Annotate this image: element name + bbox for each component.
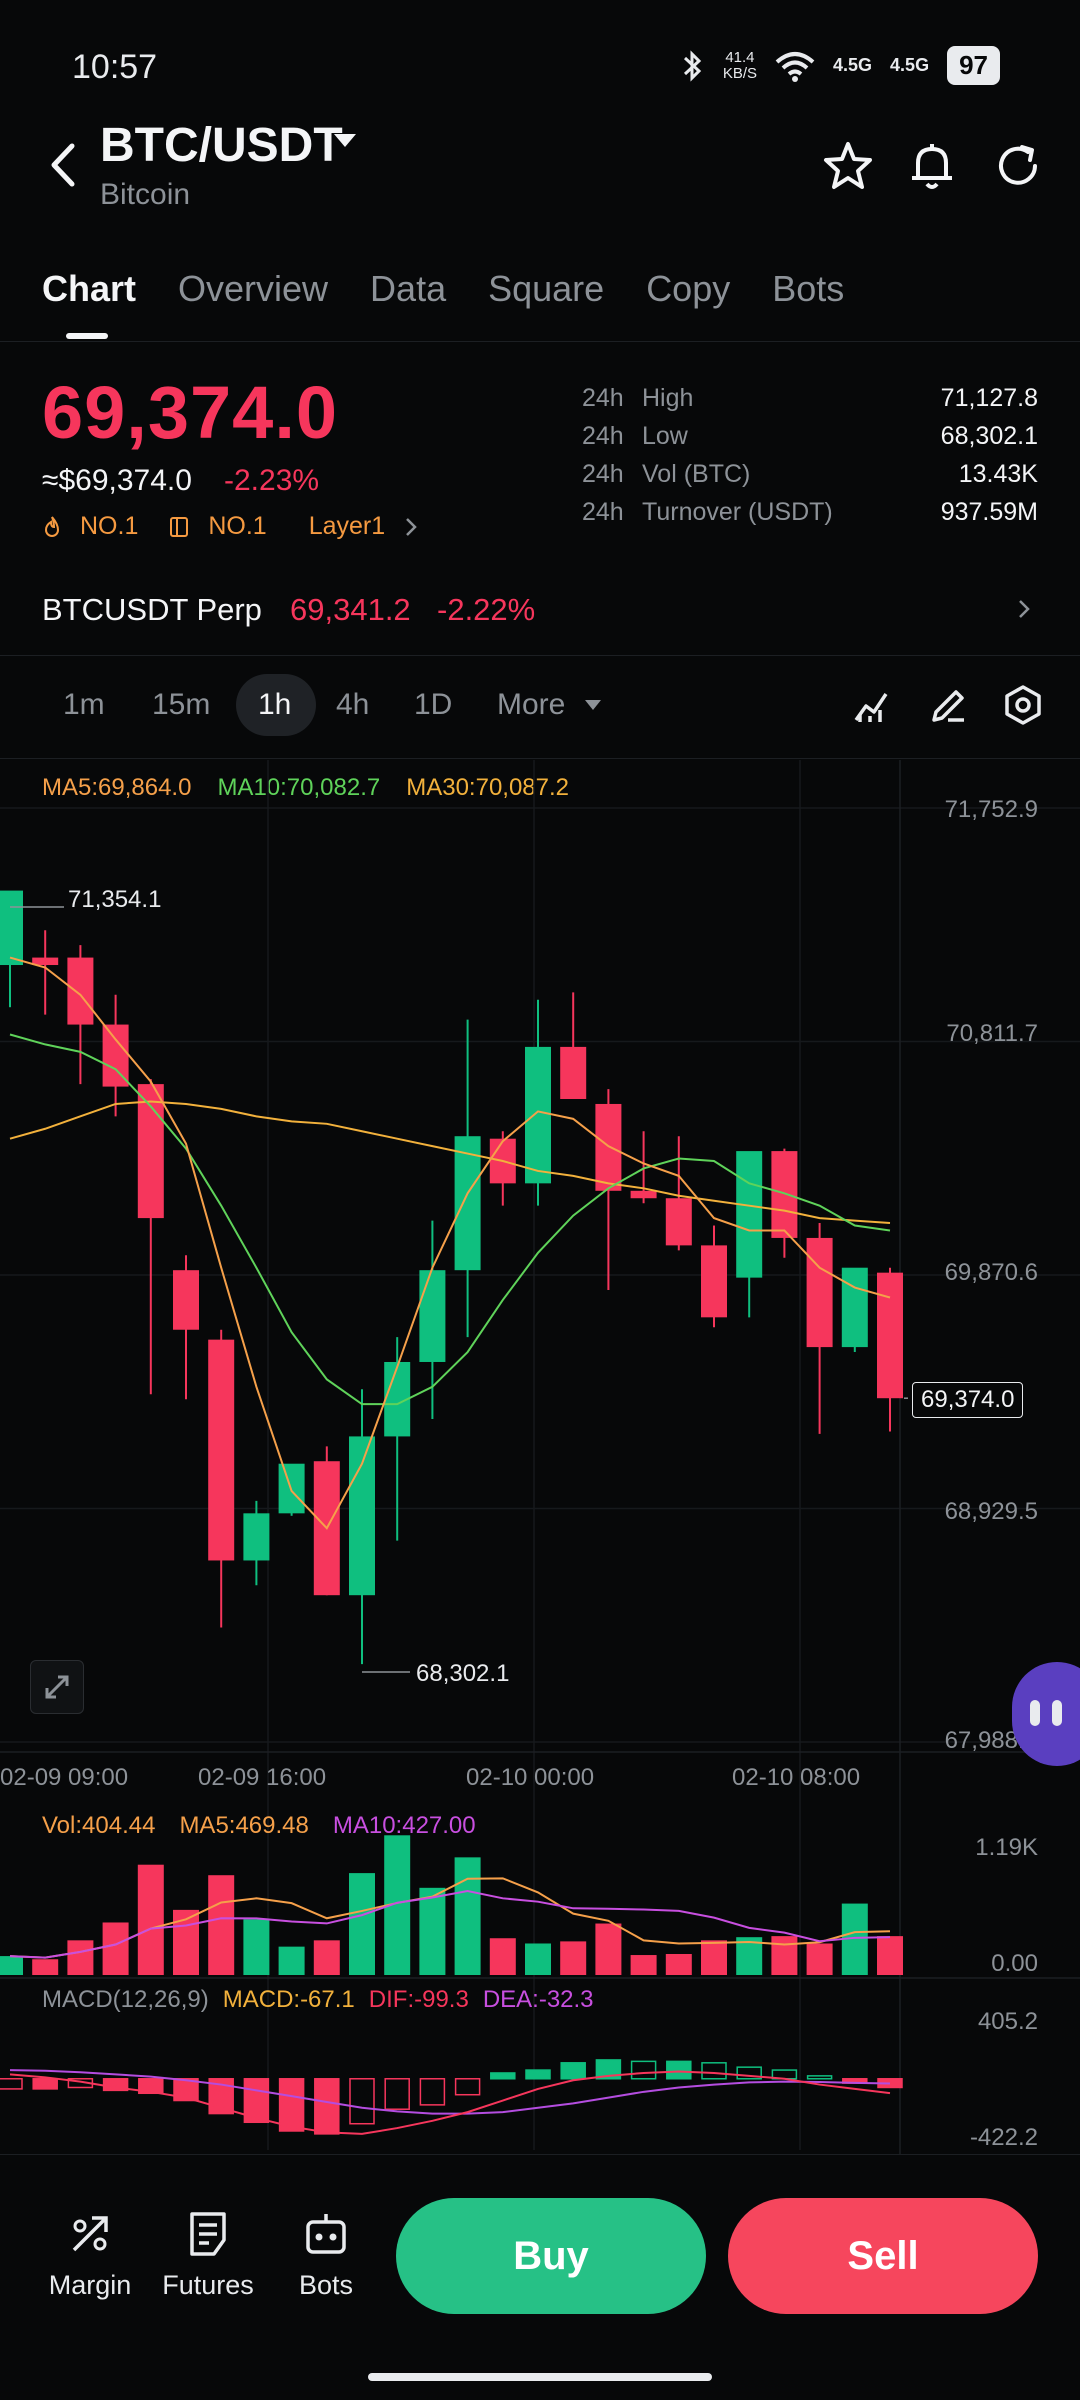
- macd-name: MACD(12,26,9): [42, 1986, 209, 2013]
- bots-icon: [306, 2214, 346, 2254]
- volume-bar: [806, 1943, 833, 1975]
- expand-icon: [45, 1675, 69, 1699]
- macd-hist-bar: [630, 2060, 657, 2080]
- x-axis-label: 02-10 00:00: [466, 1764, 595, 1791]
- candle-body: [877, 1272, 903, 1399]
- expand-button[interactable]: [30, 1660, 84, 1714]
- candle-body: [701, 1245, 727, 1318]
- volume-bar: [489, 1938, 516, 1975]
- volume-bar: [243, 1919, 270, 1975]
- macd-hist-bar: [666, 2060, 692, 2080]
- candle-body: [525, 1046, 551, 1184]
- buy-button[interactable]: Buy: [396, 2198, 706, 2314]
- high-marker: 71,354.1: [68, 886, 162, 913]
- volume-bar: [313, 1940, 340, 1975]
- volume-bar: [67, 1940, 94, 1975]
- candle-body: [137, 1084, 164, 1219]
- macd-hist-bar: [701, 2062, 727, 2080]
- macd-legend: MACD(12,26,9) MACD:-67.1 DIF:-99.3 DEA:-…: [42, 1986, 594, 2014]
- x-axis-label: 02-09 16:00: [198, 1764, 327, 1791]
- volume-axis-max: 1.19K: [975, 1834, 1038, 1861]
- robot-face-icon: [1030, 1700, 1062, 1726]
- candle-body: [67, 957, 94, 1025]
- candle-body: [560, 1046, 587, 1099]
- low-marker: 68,302.1: [416, 1660, 510, 1687]
- x-axis-label: 02-09 09:00: [0, 1764, 129, 1791]
- candle-body: [806, 1237, 833, 1348]
- macd-hist-bar: [0, 2078, 23, 2090]
- y-axis-label: 71,752.9: [944, 796, 1038, 823]
- macd-hist-bar: [384, 2078, 410, 2110]
- macd-hist-bar: [806, 2075, 833, 2080]
- macd-hist-bar: [490, 2072, 516, 2080]
- sell-button[interactable]: Sell: [728, 2198, 1038, 2314]
- volume-bar: [630, 1955, 657, 1975]
- nav-futures-label: Futures: [162, 2270, 254, 2300]
- candle-body: [173, 1270, 199, 1330]
- candle-body: [595, 1103, 622, 1191]
- volume-bar: [771, 1936, 798, 1975]
- macd-hist-bar: [454, 2078, 481, 2096]
- macd-hist-bar: [560, 2062, 586, 2080]
- last-price-marker: 69,374.0: [912, 1382, 1024, 1418]
- candle-body: [243, 1513, 270, 1561]
- volume-legend: Vol:404.44 MA5:469.48 MA10:427.00: [42, 1812, 476, 1840]
- volume-bar: [701, 1940, 727, 1975]
- x-axis-label: 02-10 08:00: [732, 1764, 861, 1791]
- futures-icon: [190, 2212, 226, 2256]
- candle-body: [349, 1436, 375, 1596]
- volume-bar: [278, 1946, 305, 1975]
- volume-bar: [665, 1953, 692, 1975]
- macd-value: MACD:-67.1: [222, 1986, 355, 2013]
- vol-value: Vol:404.44: [42, 1812, 156, 1839]
- candle-body: [419, 1270, 446, 1362]
- nav-bots[interactable]: Bots: [276, 2210, 376, 2301]
- macd-dif: DIF:-99.3: [368, 1986, 469, 2013]
- y-axis-label: 69,870.6: [944, 1259, 1038, 1286]
- volume-bar: [349, 1873, 375, 1975]
- macd-axis-min: -422.2: [969, 2124, 1038, 2151]
- macd-axis-max: 405.2: [977, 2008, 1038, 2035]
- macd-hist-bar: [525, 2069, 551, 2080]
- margin-icon: [72, 2216, 108, 2252]
- y-axis-label: 70,811.7: [946, 1020, 1038, 1047]
- candle-body: [102, 1024, 129, 1087]
- macd-dea: DEA:-32.3: [482, 1986, 594, 2013]
- volume-bar: [454, 1857, 481, 1975]
- y-axis-label: 68,929.5: [944, 1498, 1038, 1525]
- volume-bar: [525, 1943, 551, 1975]
- candle-body: [0, 890, 23, 966]
- volume-bar: [560, 1941, 587, 1975]
- volume-axis-min: 0.00: [991, 1950, 1038, 1977]
- nav-bots-label: Bots: [298, 2270, 354, 2300]
- macd-hist-bar: [32, 2078, 58, 2090]
- assistant-bubble[interactable]: [1012, 1662, 1080, 1766]
- volume-bar: [32, 1959, 59, 1975]
- nav-margin[interactable]: Margin: [40, 2210, 140, 2301]
- volume-bar: [595, 1923, 622, 1975]
- divider: [0, 2154, 1080, 2155]
- nav-margin-label: Margin: [48, 2270, 132, 2300]
- home-indicator[interactable]: [368, 2373, 712, 2381]
- macd-hist-bar: [419, 2078, 446, 2106]
- candle-body: [208, 1339, 235, 1561]
- candle-body: [771, 1151, 798, 1238]
- macd-hist-bar: [278, 2078, 305, 2132]
- candle-body: [736, 1151, 763, 1278]
- candle-body: [630, 1190, 657, 1199]
- vol-ma10-value: MA10:427.00: [332, 1812, 476, 1839]
- macd-hist-bar: [349, 2078, 375, 2125]
- candle-body: [665, 1198, 692, 1246]
- volume-bar: [102, 1922, 129, 1975]
- macd-hist-bar: [314, 2078, 340, 2135]
- volume-bar: [137, 1864, 164, 1975]
- volume-bar: [208, 1875, 235, 1975]
- nav-futures[interactable]: Futures: [158, 2210, 258, 2301]
- volume-bar: [0, 1956, 23, 1975]
- candle-body: [841, 1267, 868, 1348]
- vol-ma5-value: MA5:469.48: [179, 1812, 309, 1839]
- volume-bar: [419, 1887, 446, 1975]
